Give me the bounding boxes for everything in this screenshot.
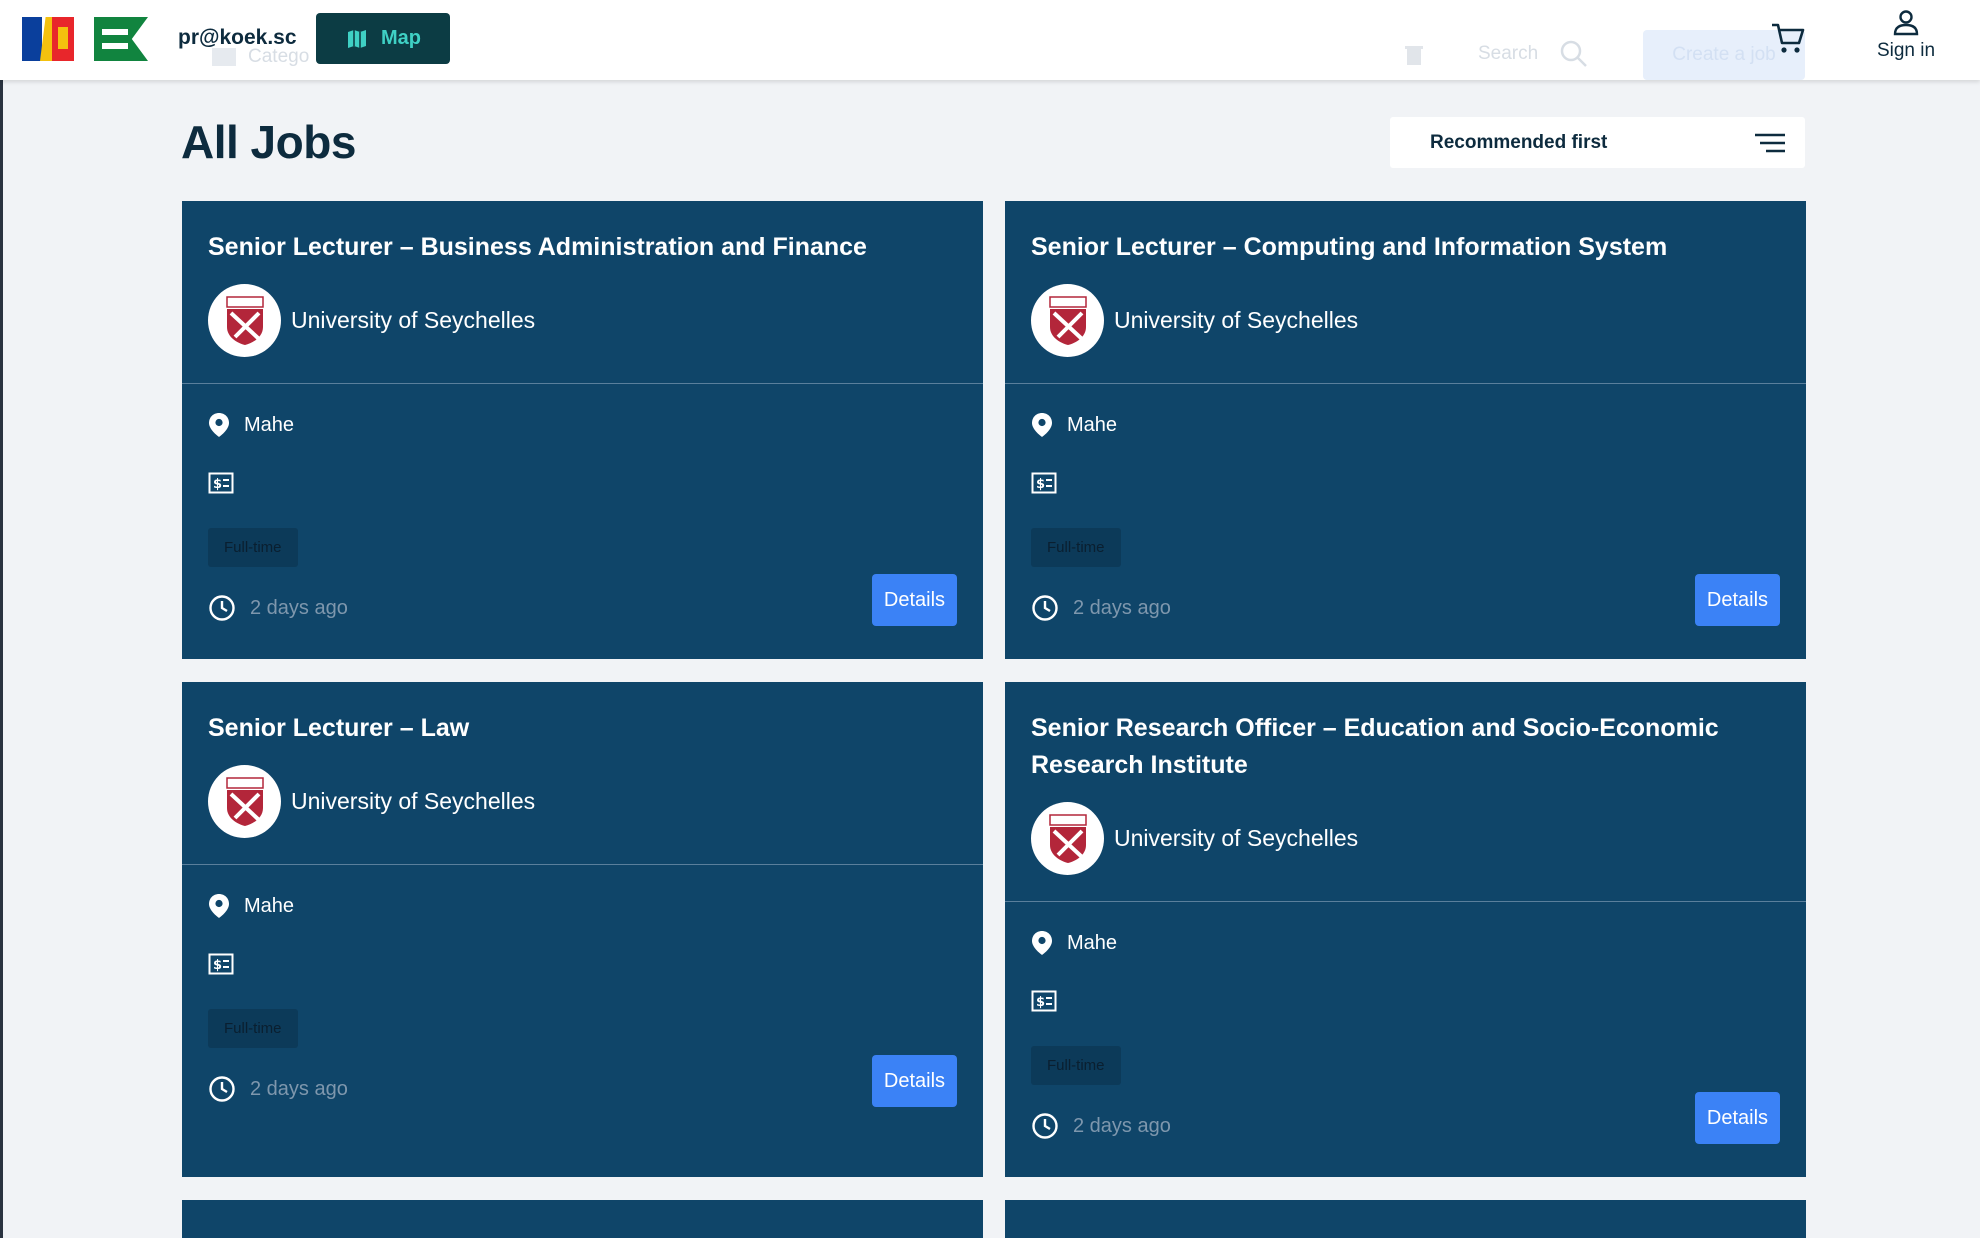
salary-icon: $	[208, 953, 234, 975]
details-button[interactable]: Details	[872, 574, 957, 626]
salary-icon: $	[208, 472, 234, 494]
posted-time: 2 days ago	[250, 596, 348, 619]
sort-dropdown[interactable]: Recommended first	[1390, 117, 1805, 168]
posted-time: 2 days ago	[250, 1077, 348, 1100]
org-name: University of Seychelles	[291, 788, 536, 814]
job-type-badge: Full-time	[208, 528, 298, 567]
details-button[interactable]: Details	[872, 1055, 957, 1107]
salary-icon: $	[1031, 472, 1057, 494]
details-button[interactable]: Details	[1695, 574, 1780, 626]
user-icon	[1893, 10, 1919, 36]
job-title[interactable]: Senior Lecturer – Law	[208, 710, 957, 747]
search-icon[interactable]	[1560, 40, 1588, 68]
site-logo[interactable]	[22, 17, 148, 61]
page-title: All Jobs	[181, 116, 356, 168]
university-crest-icon	[225, 295, 264, 345]
sort-lines-icon	[1755, 133, 1785, 152]
svg-text:$: $	[213, 958, 222, 973]
location-pin-icon	[209, 894, 229, 918]
svg-text:$: $	[1036, 477, 1045, 492]
job-card[interactable]: Senior Lecturer – Law University of Seyc…	[182, 682, 983, 1177]
clock-icon	[1032, 595, 1058, 621]
org-name: University of Seychelles	[291, 307, 536, 333]
org-name: University of Seychelles	[1114, 825, 1359, 851]
map-button[interactable]: Map	[316, 13, 450, 64]
job-location: Mahe	[244, 894, 295, 917]
job-card[interactable]: Senior Research Officer – Education and …	[1005, 682, 1806, 1177]
window-edge	[0, 0, 3, 1238]
job-title[interactable]: Senior Lecturer – Computing and Informat…	[1031, 229, 1780, 266]
clock-icon	[209, 1076, 235, 1102]
map-button-label: Map	[381, 27, 421, 49]
job-location: Mahe	[244, 413, 295, 436]
job-location: Mahe	[1067, 931, 1118, 954]
org-logo	[208, 765, 281, 838]
sign-in-label: Sign in	[1876, 40, 1936, 61]
category-icon	[212, 47, 236, 66]
sort-label: Recommended first	[1430, 131, 1608, 153]
clock-icon	[209, 595, 235, 621]
job-card-partial[interactable]	[1005, 1200, 1806, 1238]
job-card-partial[interactable]	[182, 1200, 983, 1238]
category-filter-faded[interactable]: Catego	[212, 46, 309, 68]
sign-in-button[interactable]: Sign in	[1868, 8, 1944, 70]
job-type-badge: Full-time	[208, 1009, 298, 1048]
university-crest-icon	[1048, 295, 1087, 345]
salary-icon: $	[1031, 990, 1057, 1012]
posted-time: 2 days ago	[1073, 1114, 1171, 1137]
job-location: Mahe	[1067, 413, 1118, 436]
org-name: University of Seychelles	[1114, 307, 1359, 333]
org-logo	[1031, 284, 1104, 357]
location-pin-icon	[1032, 931, 1052, 955]
trash-icon[interactable]	[1405, 44, 1423, 66]
details-button[interactable]: Details	[1695, 1092, 1780, 1144]
job-type-badge: Full-time	[1031, 1046, 1121, 1085]
job-card[interactable]: Senior Lecturer – Business Administratio…	[182, 201, 983, 659]
location-pin-icon	[209, 413, 229, 437]
top-navbar: pr@koek.sc Catego Map Search Create a jo…	[0, 0, 1980, 80]
org-logo	[208, 284, 281, 357]
svg-text:$: $	[213, 477, 222, 492]
job-title[interactable]: Senior Research Officer – Education and …	[1031, 710, 1780, 784]
org-logo	[1031, 802, 1104, 875]
job-type-badge: Full-time	[1031, 528, 1121, 567]
clock-icon	[1032, 1113, 1058, 1139]
job-card[interactable]: Senior Lecturer – Computing and Informat…	[1005, 201, 1806, 659]
search-faded[interactable]: Search	[1478, 43, 1538, 65]
university-crest-icon	[225, 776, 264, 826]
map-icon	[348, 29, 366, 48]
cart-icon[interactable]	[1770, 20, 1806, 56]
posted-time: 2 days ago	[1073, 596, 1171, 619]
location-pin-icon	[1032, 413, 1052, 437]
svg-text:$: $	[1036, 995, 1045, 1010]
job-title[interactable]: Senior Lecturer – Business Administratio…	[208, 229, 957, 266]
university-crest-icon	[1048, 813, 1087, 863]
